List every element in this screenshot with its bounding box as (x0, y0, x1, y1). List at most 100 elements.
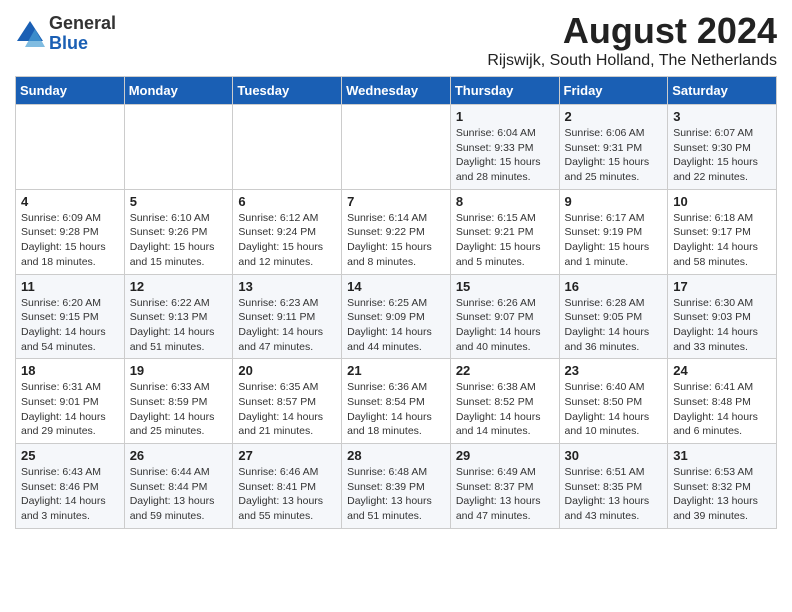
calendar-cell: 19 Sunrise: 6:33 AM Sunset: 8:59 PM Dayli… (124, 359, 233, 444)
calendar-cell: 7 Sunrise: 6:14 AM Sunset: 9:22 PM Daylig… (342, 189, 451, 274)
day-number: 28 (347, 448, 445, 463)
calendar-week-2: 4Sunrise: 6:09 AM Sunset: 9:28 PM Daylig… (16, 189, 777, 274)
calendar-cell: 28 Sunrise: 6:48 AM Sunset: 8:39 PM Dayli… (342, 444, 451, 529)
calendar-cell: 5Sunrise: 6:10 AM Sunset: 9:26 PM Daylig… (124, 189, 233, 274)
day-info: Sunrise: 6:36 AM Sunset: 8:54 PM Dayligh… (347, 380, 445, 439)
day-number: 16 (565, 279, 663, 294)
day-info: Sunrise: 6:06 AM Sunset: 9:31 PM Dayligh… (565, 126, 663, 185)
calendar-cell: 3 Sunrise: 6:07 AM Sunset: 9:30 PM Daylig… (668, 105, 777, 190)
day-number: 3 (673, 109, 771, 124)
day-info: Sunrise: 6:30 AM Sunset: 9:03 PM Dayligh… (673, 296, 771, 355)
page-subtitle: Rijswijk, South Holland, The Netherlands (487, 52, 777, 70)
calendar-week-1: 1Sunrise: 6:04 AM Sunset: 9:33 PM Daylig… (16, 105, 777, 190)
day-number: 22 (456, 363, 554, 378)
day-number: 26 (130, 448, 228, 463)
day-info: Sunrise: 6:40 AM Sunset: 8:50 PM Dayligh… (565, 380, 663, 439)
logo-icon (15, 19, 45, 49)
day-info: Sunrise: 6:33 AM Sunset: 8:59 PM Dayligh… (130, 380, 228, 439)
day-info: Sunrise: 6:53 AM Sunset: 8:32 PM Dayligh… (673, 465, 771, 524)
calendar-cell (233, 105, 342, 190)
day-number: 21 (347, 363, 445, 378)
day-number: 19 (130, 363, 228, 378)
calendar-cell: 25 Sunrise: 6:43 AM Sunset: 8:46 PM Dayli… (16, 444, 125, 529)
day-number: 25 (21, 448, 119, 463)
day-number: 11 (21, 279, 119, 294)
day-info: Sunrise: 6:07 AM Sunset: 9:30 PM Dayligh… (673, 126, 771, 185)
day-number: 1 (456, 109, 554, 124)
day-info: Sunrise: 6:44 AM Sunset: 8:44 PM Dayligh… (130, 465, 228, 524)
calendar-cell: 4Sunrise: 6:09 AM Sunset: 9:28 PM Daylig… (16, 189, 125, 274)
day-info: Sunrise: 6:23 AM Sunset: 9:11 PM Dayligh… (238, 296, 336, 355)
day-info: Sunrise: 6:49 AM Sunset: 8:37 PM Dayligh… (456, 465, 554, 524)
day-info: Sunrise: 6:26 AM Sunset: 9:07 PM Dayligh… (456, 296, 554, 355)
calendar-cell: 20 Sunrise: 6:35 AM Sunset: 8:57 PM Dayli… (233, 359, 342, 444)
page-title: August 2024 (487, 10, 777, 52)
day-info: Sunrise: 6:18 AM Sunset: 9:17 PM Dayligh… (673, 211, 771, 270)
calendar-cell: 26 Sunrise: 6:44 AM Sunset: 8:44 PM Dayli… (124, 444, 233, 529)
day-number: 7 (347, 194, 445, 209)
day-info: Sunrise: 6:20 AM Sunset: 9:15 PM Dayligh… (21, 296, 119, 355)
calendar-cell: 13 Sunrise: 6:23 AM Sunset: 9:11 PM Dayli… (233, 274, 342, 359)
calendar-cell: 21 Sunrise: 6:36 AM Sunset: 8:54 PM Dayli… (342, 359, 451, 444)
title-area: August 2024 Rijswijk, South Holland, The… (487, 10, 777, 70)
day-number: 8 (456, 194, 554, 209)
day-info: Sunrise: 6:10 AM Sunset: 9:26 PM Dayligh… (130, 211, 228, 270)
header-cell-saturday: Saturday (668, 77, 777, 105)
calendar-cell: 15Sunrise: 6:26 AM Sunset: 9:07 PM Dayli… (450, 274, 559, 359)
day-number: 20 (238, 363, 336, 378)
day-info: Sunrise: 6:51 AM Sunset: 8:35 PM Dayligh… (565, 465, 663, 524)
calendar-cell: 1Sunrise: 6:04 AM Sunset: 9:33 PM Daylig… (450, 105, 559, 190)
day-number: 2 (565, 109, 663, 124)
day-info: Sunrise: 6:12 AM Sunset: 9:24 PM Dayligh… (238, 211, 336, 270)
day-number: 27 (238, 448, 336, 463)
day-info: Sunrise: 6:43 AM Sunset: 8:46 PM Dayligh… (21, 465, 119, 524)
calendar-cell: 18Sunrise: 6:31 AM Sunset: 9:01 PM Dayli… (16, 359, 125, 444)
day-number: 17 (673, 279, 771, 294)
header-cell-wednesday: Wednesday (342, 77, 451, 105)
calendar-cell: 30 Sunrise: 6:51 AM Sunset: 8:35 PM Dayli… (559, 444, 668, 529)
calendar: SundayMondayTuesdayWednesdayThursdayFrid… (15, 76, 777, 529)
day-number: 4 (21, 194, 119, 209)
calendar-header: SundayMondayTuesdayWednesdayThursdayFrid… (16, 77, 777, 105)
day-info: Sunrise: 6:41 AM Sunset: 8:48 PM Dayligh… (673, 380, 771, 439)
calendar-cell: 9 Sunrise: 6:17 AM Sunset: 9:19 PM Daylig… (559, 189, 668, 274)
day-number: 9 (565, 194, 663, 209)
logo: General Blue (15, 14, 116, 54)
header-cell-tuesday: Tuesday (233, 77, 342, 105)
calendar-cell: 12 Sunrise: 6:22 AM Sunset: 9:13 PM Dayli… (124, 274, 233, 359)
day-info: Sunrise: 6:17 AM Sunset: 9:19 PM Dayligh… (565, 211, 663, 270)
day-number: 23 (565, 363, 663, 378)
day-info: Sunrise: 6:15 AM Sunset: 9:21 PM Dayligh… (456, 211, 554, 270)
day-info: Sunrise: 6:46 AM Sunset: 8:41 PM Dayligh… (238, 465, 336, 524)
calendar-cell: 24 Sunrise: 6:41 AM Sunset: 8:48 PM Dayli… (668, 359, 777, 444)
calendar-cell (16, 105, 125, 190)
day-number: 31 (673, 448, 771, 463)
logo-general: General (49, 14, 116, 34)
day-number: 13 (238, 279, 336, 294)
day-number: 14 (347, 279, 445, 294)
header-cell-sunday: Sunday (16, 77, 125, 105)
day-info: Sunrise: 6:14 AM Sunset: 9:22 PM Dayligh… (347, 211, 445, 270)
day-number: 18 (21, 363, 119, 378)
calendar-cell: 14Sunrise: 6:25 AM Sunset: 9:09 PM Dayli… (342, 274, 451, 359)
calendar-cell: 2 Sunrise: 6:06 AM Sunset: 9:31 PM Daylig… (559, 105, 668, 190)
day-number: 10 (673, 194, 771, 209)
day-info: Sunrise: 6:35 AM Sunset: 8:57 PM Dayligh… (238, 380, 336, 439)
calendar-cell: 31 Sunrise: 6:53 AM Sunset: 8:32 PM Dayli… (668, 444, 777, 529)
day-info: Sunrise: 6:48 AM Sunset: 8:39 PM Dayligh… (347, 465, 445, 524)
day-info: Sunrise: 6:38 AM Sunset: 8:52 PM Dayligh… (456, 380, 554, 439)
logo-blue: Blue (49, 34, 116, 54)
day-number: 12 (130, 279, 228, 294)
header-cell-monday: Monday (124, 77, 233, 105)
calendar-cell: 6Sunrise: 6:12 AM Sunset: 9:24 PM Daylig… (233, 189, 342, 274)
calendar-cell: 8 Sunrise: 6:15 AM Sunset: 9:21 PM Daylig… (450, 189, 559, 274)
calendar-week-3: 11 Sunrise: 6:20 AM Sunset: 9:15 PM Dayli… (16, 274, 777, 359)
header-row: SundayMondayTuesdayWednesdayThursdayFrid… (16, 77, 777, 105)
day-info: Sunrise: 6:22 AM Sunset: 9:13 PM Dayligh… (130, 296, 228, 355)
day-number: 24 (673, 363, 771, 378)
calendar-cell: 16Sunrise: 6:28 AM Sunset: 9:05 PM Dayli… (559, 274, 668, 359)
day-number: 30 (565, 448, 663, 463)
header-cell-thursday: Thursday (450, 77, 559, 105)
calendar-body: 1Sunrise: 6:04 AM Sunset: 9:33 PM Daylig… (16, 105, 777, 529)
calendar-cell: 29Sunrise: 6:49 AM Sunset: 8:37 PM Dayli… (450, 444, 559, 529)
